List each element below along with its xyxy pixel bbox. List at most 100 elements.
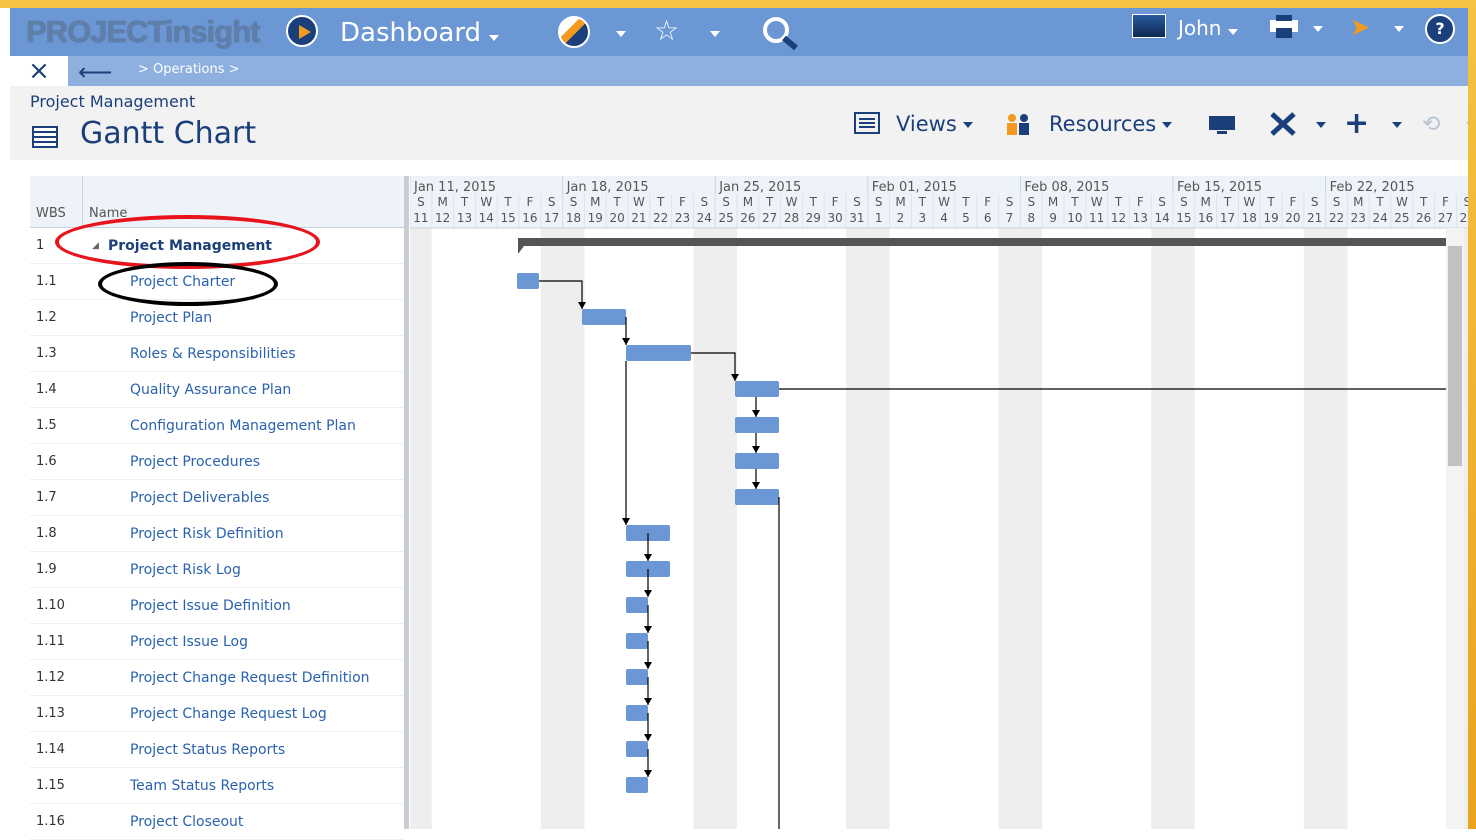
chevron-down-icon[interactable] — [1316, 122, 1326, 128]
table-row[interactable]: 1.12 Project Change Request Definition — [30, 660, 404, 696]
tools-icon[interactable] — [1268, 110, 1300, 143]
day-letter: T — [1375, 195, 1384, 209]
day-number: 23 — [1351, 211, 1366, 225]
close-icon[interactable]: × — [10, 56, 68, 86]
vertical-scrollbar[interactable] — [1446, 228, 1464, 829]
day-number: 21 — [1307, 211, 1322, 225]
views-icon[interactable] — [854, 112, 880, 139]
day-number: 10 — [1067, 211, 1082, 225]
table-row[interactable]: 1.14 Project Status Reports — [30, 732, 404, 768]
weekend-column — [1303, 228, 1326, 829]
table-row[interactable]: 1.3 Roles & Responsibilities — [30, 336, 404, 372]
task-name[interactable]: Project Plan — [130, 310, 212, 326]
add-icon[interactable]: + — [1344, 106, 1369, 141]
task-name[interactable]: Project Procedures — [130, 454, 260, 470]
table-row[interactable]: 1.11 Project Issue Log — [30, 624, 404, 660]
star-icon[interactable]: ☆ — [654, 16, 679, 46]
week-label: Jan 11, 2015 — [413, 180, 496, 195]
resources-icon[interactable] — [1004, 112, 1032, 141]
chevron-down-icon[interactable] — [616, 31, 626, 37]
table-row[interactable]: 1.13 Project Change Request Log — [30, 696, 404, 732]
table-row[interactable]: 1.9 Project Risk Log — [30, 552, 404, 588]
task-name[interactable]: Quality Assurance Plan — [130, 382, 291, 398]
task-list: ◢ 1 Project Management 1.1 Project Charter 1… — [30, 228, 404, 840]
week-label: Jan 25, 2015 — [718, 180, 801, 195]
chevron-down-icon[interactable] — [1313, 26, 1323, 32]
column-divider — [82, 176, 83, 228]
table-row[interactable]: 1.15 Team Status Reports — [30, 768, 404, 804]
day-letter: T — [612, 195, 621, 209]
monitor-icon[interactable] — [1207, 114, 1237, 141]
search-icon[interactable] — [762, 16, 802, 58]
weekend-column — [715, 228, 737, 829]
day-letter: T — [961, 195, 970, 209]
dashboard-icon[interactable] — [286, 15, 318, 47]
task-name[interactable]: Project Risk Log — [130, 562, 241, 578]
day-letter: W — [633, 195, 645, 209]
dependency-arrow — [644, 554, 652, 561]
day-number: 24 — [697, 211, 712, 225]
views-menu[interactable]: Views — [896, 112, 973, 136]
app-logo[interactable]: PROJECTinsight — [26, 14, 260, 50]
day-letter: S — [1333, 195, 1341, 209]
task-name[interactable]: Project Change Request Definition — [130, 670, 370, 686]
day-letter: S — [722, 195, 730, 209]
help-icon[interactable]: ? — [1425, 14, 1455, 44]
weekend-column — [693, 228, 716, 829]
task-bar — [582, 309, 626, 325]
table-row[interactable]: 1.8 Project Risk Definition — [30, 516, 404, 552]
grid-splitter[interactable] — [404, 176, 409, 829]
task-name[interactable]: Project Closeout — [130, 814, 243, 830]
day-number: 28 — [784, 211, 799, 225]
task-name[interactable]: Configuration Management Plan — [130, 418, 356, 434]
day-letter: S — [1027, 195, 1035, 209]
chevron-down-icon — [1162, 122, 1173, 128]
dashboard-menu[interactable]: Dashboard — [340, 18, 500, 48]
task-name[interactable]: Project Change Request Log — [130, 706, 327, 722]
arrow-right-icon[interactable]: ➤ — [1350, 12, 1370, 42]
table-row[interactable]: 1.2 Project Plan — [30, 300, 404, 336]
weekend-column — [1173, 228, 1195, 829]
user-avatar[interactable] — [1132, 14, 1166, 38]
table-row[interactable]: 1.6 Project Procedures — [30, 444, 404, 480]
day-number: 20 — [609, 211, 624, 225]
dependency-arrow — [752, 410, 760, 417]
task-name[interactable]: Team Status Reports — [130, 778, 274, 794]
day-number: 19 — [1263, 211, 1278, 225]
task-name[interactable]: Project Issue Log — [130, 634, 248, 650]
task-name[interactable]: Project Issue Definition — [130, 598, 291, 614]
day-number: 13 — [1133, 211, 1148, 225]
back-arrow-icon[interactable]: ⟵ — [78, 58, 112, 86]
wbs-cell: 1.12 — [36, 670, 65, 685]
wbs-column-header[interactable]: WBS — [36, 206, 66, 221]
task-name[interactable]: Project Deliverables — [130, 490, 269, 506]
day-letter: T — [809, 195, 818, 209]
day-letter: T — [1070, 195, 1079, 209]
task-name[interactable]: Project Risk Definition — [130, 526, 284, 542]
day-number: 22 — [1329, 211, 1344, 225]
print-icon[interactable] — [1266, 14, 1302, 46]
day-number: 30 — [827, 211, 842, 225]
chevron-down-icon[interactable] — [1392, 122, 1402, 128]
task-name[interactable]: Project Status Reports — [130, 742, 285, 758]
task-bar — [517, 273, 539, 289]
table-row[interactable]: 1.5 Configuration Management Plan — [30, 408, 404, 444]
chevron-down-icon[interactable] — [1394, 26, 1404, 32]
breadcrumb[interactable]: > Operations > — [138, 62, 240, 77]
table-row[interactable]: 1.16 Project Closeout — [30, 804, 404, 840]
scrollbar-thumb[interactable] — [1448, 246, 1462, 466]
table-row[interactable]: 1.7 Project Deliverables — [30, 480, 404, 516]
wbs-cell: 1.8 — [36, 526, 57, 541]
user-menu[interactable]: John — [1178, 16, 1238, 40]
table-row[interactable]: 1.4 Quality Assurance Plan — [30, 372, 404, 408]
favorites-icon[interactable] — [558, 16, 590, 48]
day-letter: W — [1091, 195, 1103, 209]
table-row[interactable]: 1.10 Project Issue Definition — [30, 588, 404, 624]
chevron-down-icon[interactable] — [710, 31, 720, 37]
resources-menu[interactable]: Resources — [1049, 112, 1173, 136]
section-title[interactable]: Project Management — [30, 92, 195, 111]
task-name[interactable]: Roles & Responsibilities — [130, 346, 296, 362]
day-number: 27 — [1438, 211, 1453, 225]
dependency-arrow — [644, 590, 652, 597]
undo-icon[interactable]: ⟲ — [1422, 112, 1440, 137]
